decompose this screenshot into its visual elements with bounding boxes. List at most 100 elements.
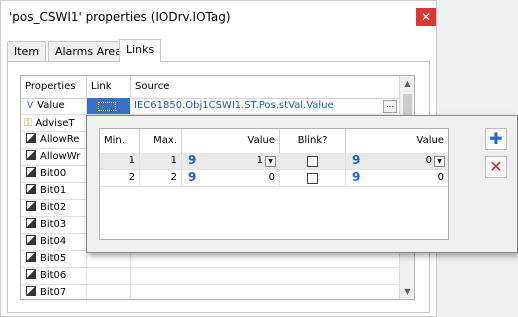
min-cell[interactable]: 2 [100,170,140,186]
tab-alarms-area[interactable]: Alarms Area [48,41,129,61]
property-name-cell[interactable]: AllowWr [21,149,87,165]
property-name-cell[interactable]: ⚿ AdviseT [21,115,87,131]
property-name: AllowWr [40,151,81,162]
bool-icon [26,201,36,211]
property-row[interactable]: Bit07 [21,285,399,299]
property-name: Bit03 [40,219,67,230]
delete-icon: ✕ [489,157,503,176]
min-cell-text: 2 [128,172,135,183]
value-cell[interactable]: 1 9 ▼ [182,153,280,169]
header-source[interactable]: Source [131,76,399,98]
link-cell[interactable] [87,251,131,267]
value-cell-text: 0 [268,172,275,183]
value-type-icon: 9 [188,170,197,184]
header-link[interactable]: Link [87,76,131,98]
bool-icon [26,150,36,160]
property-name: Bit06 [40,270,67,281]
header-value: Value [182,129,280,153]
value2-cell-text: 0 [437,172,444,183]
property-name-cell[interactable]: Bit07 [21,285,87,299]
property-row[interactable]: V Value IEC61850.Obj1CSWI1.ST.Pos.stVal.Va… [21,98,398,115]
delete-row-button[interactable]: ✕ [485,156,507,178]
property-name-cell[interactable]: Bit06 [21,268,87,284]
max-cell-text: 2 [170,172,177,183]
source-cell[interactable] [131,251,399,267]
link-icon [98,102,116,111]
property-name: Bit02 [40,202,67,213]
bool-icon [26,269,36,279]
plus-icon: ✚ [489,129,503,148]
header-properties[interactable]: Properties [21,76,87,98]
property-row[interactable]: Bit06 [21,268,398,285]
conversion-row[interactable]: 1 1 1 9 ▼ 0 9 ▼ [100,153,448,170]
tab-item[interactable]: Item [7,41,47,61]
blink-checkbox[interactable] [307,173,318,184]
value-dropdown-icon[interactable]: ▼ [265,156,276,167]
property-name-cell[interactable]: Bit04 [21,234,87,250]
property-name: Bit05 [40,253,67,264]
value-cell-text: 1 [256,155,263,166]
source-browse-button[interactable]: ... [383,100,397,113]
link-cell[interactable] [87,285,131,299]
value2-cell-text: 0 [425,155,432,166]
property-name: AdviseT [35,118,75,129]
property-name-cell[interactable]: Bit03 [21,217,87,233]
add-row-button[interactable]: ✚ [485,128,507,150]
source-cell[interactable] [131,285,399,299]
source-cell[interactable] [131,268,399,284]
property-name: Value [37,100,65,111]
value2-cell[interactable]: 09 [346,170,448,186]
source-cell[interactable]: IEC61850.Obj1CSWI1.ST.Pos.stVal.Value... [131,98,399,114]
header-value-2: Value [416,135,444,146]
bool-icon [26,235,36,245]
bool-icon [26,184,36,194]
min-cell[interactable]: 1 [100,153,140,169]
property-name: Bit07 [40,287,67,298]
value2-dropdown-icon[interactable]: ▼ [434,156,445,167]
value2-cell[interactable]: 0 9 ▼ [346,153,448,169]
min-cell-text: 1 [128,155,135,166]
blink-cell[interactable] [280,170,346,186]
scroll-down-icon[interactable]: ▼ [400,284,414,299]
property-name: Bit01 [40,185,67,196]
value2-type-icon: 9 [352,153,361,167]
window-title: 'pos_CSWI1' properties (IODrv.IOTag) [9,10,231,24]
bool-icon [26,252,36,262]
blink-checkbox[interactable] [307,156,318,167]
property-name-cell[interactable]: Bit00 [21,166,87,182]
close-button[interactable]: ✕ [416,8,436,26]
property-row[interactable]: Bit05 [21,251,398,268]
header-min: Min. [100,129,140,153]
bool-icon [26,133,36,143]
max-cell[interactable]: 1 [140,153,182,169]
conversion-table: Min. Max. Value Blink? Value 1 1 1 9 ▼ 0 9 ▼ 2 2 0… [99,128,449,240]
bool-icon [26,167,36,177]
tab-links[interactable]: Links [119,39,162,62]
property-name: Bit04 [40,236,67,247]
conversion-header: Min. Max. Value Blink? Value [100,129,448,154]
header-blink: Blink? [280,129,346,153]
property-name-cell[interactable]: Bit01 [21,183,87,199]
value2-type-icon: 9 [352,170,361,184]
source-value: IEC61850.Obj1CSWI1.ST.Pos.stVal.Value [134,100,334,111]
value-conversion-popup: Min. Max. Value Blink? Value 1 1 1 9 ▼ 0 9 ▼ 2 2 0… [86,115,518,253]
link-cell[interactable] [87,98,131,114]
bool-icon [26,218,36,228]
value-type-icon: 9 [188,153,197,167]
property-name-cell[interactable]: V Value [21,98,87,114]
property-name-cell[interactable]: Bit05 [21,251,87,267]
link-cell[interactable] [87,268,131,284]
blink-cell[interactable] [280,153,346,169]
grid-header: Properties Link Source [21,76,414,99]
value-cell[interactable]: 09 [182,170,280,186]
scroll-up-icon[interactable]: ▲ [400,76,414,91]
max-cell-text: 1 [170,155,177,166]
property-name: AllowRe [40,134,80,145]
max-cell[interactable]: 2 [140,170,182,186]
title-bar: 'pos_CSWI1' properties (IODrv.IOTag) ✕ [1,1,436,32]
conversion-row[interactable]: 220909 [100,170,448,187]
property-name-cell[interactable]: Bit02 [21,200,87,216]
header-max: Max. [140,129,182,153]
value-v-icon: V [27,101,34,111]
property-name-cell[interactable]: AllowRe [21,132,87,148]
